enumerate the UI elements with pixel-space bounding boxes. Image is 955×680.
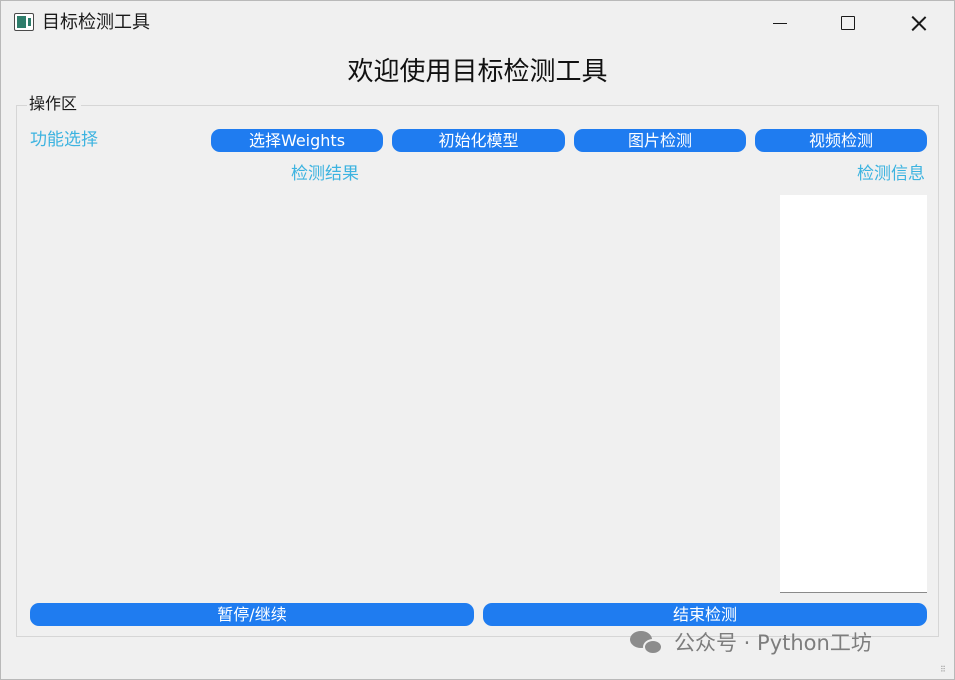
function-select-label: 功能选择	[30, 130, 98, 150]
detection-info-textbox[interactable]	[780, 195, 927, 593]
title-bar[interactable]: 目标检测工具	[1, 1, 954, 45]
watermark-text: 公众号 · Python工坊	[674, 631, 872, 655]
detection-result-display	[30, 195, 770, 593]
init-model-button[interactable]: 初始化模型	[392, 129, 565, 152]
minimize-icon	[773, 22, 787, 24]
page-title: 欢迎使用目标检测工具	[347, 57, 608, 87]
wechat-icon	[630, 630, 666, 656]
maximize-icon	[841, 16, 855, 30]
select-weights-button[interactable]: 选择Weights	[211, 129, 383, 152]
close-button[interactable]	[891, 1, 947, 45]
detection-info-label: 检测信息	[857, 164, 925, 184]
resize-grip-icon[interactable]: ⠿	[940, 665, 950, 675]
detection-result-label: 检测结果	[291, 164, 359, 184]
minimize-button[interactable]	[752, 1, 808, 45]
pause-resume-button[interactable]: 暂停/继续	[30, 603, 474, 626]
image-detect-button[interactable]: 图片检测	[574, 129, 746, 152]
window-title: 目标检测工具	[42, 12, 150, 33]
maximize-button[interactable]	[820, 1, 876, 45]
app-window-icon	[14, 13, 34, 31]
groupbox-label: 操作区	[27, 94, 82, 114]
close-icon	[911, 15, 927, 31]
watermark: 公众号 · Python工坊	[630, 629, 872, 657]
main-window: 目标检测工具 欢迎使用目标检测工具 操作区 功能选择 选择Weights 初始化…	[0, 0, 955, 680]
video-detect-button[interactable]: 视频检测	[755, 129, 927, 152]
stop-detect-button[interactable]: 结束检测	[483, 603, 927, 626]
